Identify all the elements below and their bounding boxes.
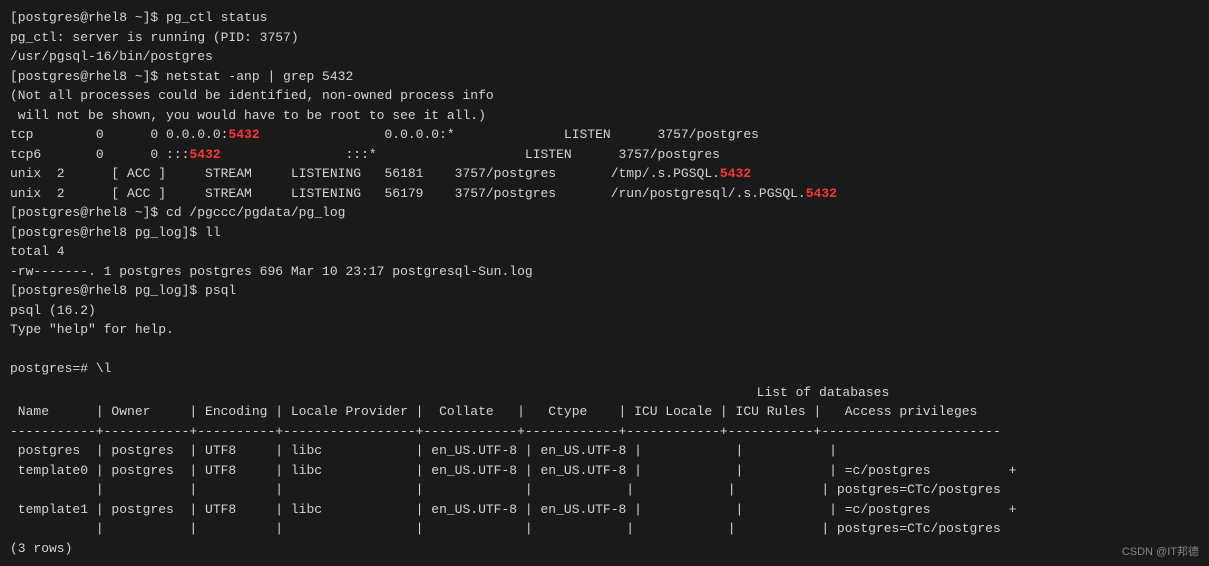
table-footer: (3 rows) (10, 539, 1199, 559)
terminal-output: [postgres@rhel8 ~]$ pg_ctl status pg_ctl… (10, 8, 1199, 558)
line-14: -rw-------. 1 postgres postgres 696 Mar … (10, 262, 1199, 282)
line-7: tcp 0 0 0.0.0.0:5432 0.0.0.0:* LISTEN 37… (10, 125, 1199, 145)
database-table: List of databases Name | Owner | Encodin… (10, 383, 1199, 559)
terminal: [postgres@rhel8 ~]$ pg_ctl status pg_ctl… (0, 0, 1209, 566)
line-1: [postgres@rhel8 ~]$ pg_ctl status (10, 8, 1199, 28)
line-19: postgres=# \l (10, 359, 1199, 379)
line-17: Type "help" for help. (10, 320, 1199, 340)
line-6: will not be shown, you would have to be … (10, 106, 1199, 126)
line-18 (10, 340, 1199, 360)
line-15: [postgres@rhel8 pg_log]$ psql (10, 281, 1199, 301)
line-2: pg_ctl: server is running (PID: 3757) (10, 28, 1199, 48)
line-11: [postgres@rhel8 ~]$ cd /pgccc/pgdata/pg_… (10, 203, 1199, 223)
line-5: (Not all processes could be identified, … (10, 86, 1199, 106)
watermark: CSDN @IT邦德 (1122, 544, 1199, 561)
line-10: unix 2 [ ACC ] STREAM LISTENING 56179 37… (10, 184, 1199, 204)
table-row-2b: | | | | | | | | postgres=CTc/postgres (10, 480, 1199, 500)
table-column-headers: Name | Owner | Encoding | Locale Provide… (10, 402, 1199, 422)
table-row-1: postgres | postgres | UTF8 | libc | en_U… (10, 441, 1199, 461)
table-separator: -----------+-----------+----------+-----… (10, 422, 1199, 442)
line-3: /usr/pgsql-16/bin/postgres (10, 47, 1199, 67)
table-title: List of databases (10, 383, 1199, 403)
table-row-2: template0 | postgres | UTF8 | libc | en_… (10, 461, 1199, 481)
table-row-3b: | | | | | | | | postgres=CTc/postgres (10, 519, 1199, 539)
line-13: total 4 (10, 242, 1199, 262)
line-16: psql (16.2) (10, 301, 1199, 321)
line-4: [postgres@rhel8 ~]$ netstat -anp | grep … (10, 67, 1199, 87)
line-9: unix 2 [ ACC ] STREAM LISTENING 56181 37… (10, 164, 1199, 184)
line-12: [postgres@rhel8 pg_log]$ ll (10, 223, 1199, 243)
table-row-3: template1 | postgres | UTF8 | libc | en_… (10, 500, 1199, 520)
line-8: tcp6 0 0 :::5432 :::* LISTEN 3757/postgr… (10, 145, 1199, 165)
